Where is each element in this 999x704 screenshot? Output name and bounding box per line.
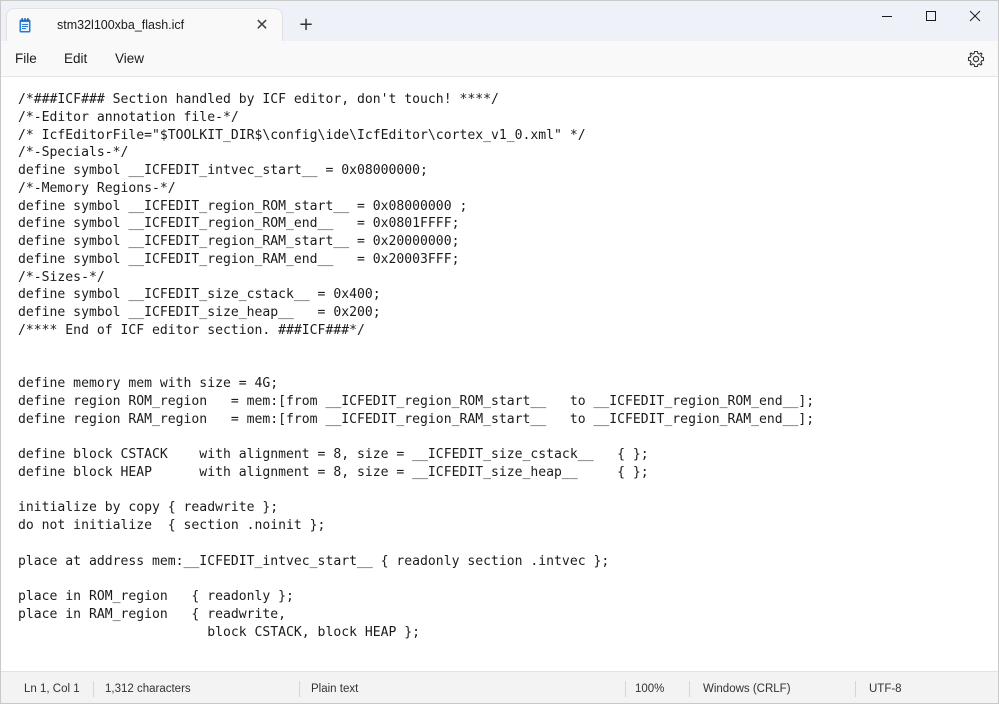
status-divider	[689, 681, 690, 697]
minimize-button[interactable]	[864, 1, 910, 33]
status-divider	[625, 681, 626, 697]
gear-icon[interactable]	[967, 50, 985, 68]
menu-view[interactable]: View	[115, 51, 144, 66]
status-encoding[interactable]: UTF-8	[869, 683, 902, 695]
status-characters: 1,312 characters	[105, 683, 191, 695]
menu-bar: File Edit View	[1, 41, 998, 77]
status-bar: Ln 1, Col 1 1,312 characters Plain text …	[1, 671, 998, 703]
close-window-button[interactable]	[952, 1, 998, 33]
menu-edit[interactable]: Edit	[64, 51, 87, 66]
status-position[interactable]: Ln 1, Col 1	[24, 683, 80, 695]
status-line-ending[interactable]: Windows (CRLF)	[703, 683, 791, 695]
minimize-icon	[882, 16, 892, 17]
status-divider	[93, 681, 94, 697]
notepad-window: stm32l100xba_flash.icf ✕ + File Edit Vie…	[0, 0, 999, 704]
text-editor[interactable]: /*###ICF### Section handled by ICF edito…	[1, 77, 998, 671]
tab-title: stm32l100xba_flash.icf	[57, 18, 185, 32]
status-divider	[855, 681, 856, 697]
menu-file[interactable]: File	[15, 51, 37, 66]
status-format: Plain text	[311, 683, 359, 695]
tab-file[interactable]: stm32l100xba_flash.icf ✕	[7, 9, 282, 42]
status-divider	[299, 681, 300, 697]
notepad-icon	[19, 18, 31, 33]
editor-text[interactable]: /*###ICF### Section handled by ICF edito…	[18, 91, 814, 641]
maximize-button[interactable]	[908, 1, 954, 33]
close-window-icon	[969, 10, 981, 22]
status-zoom[interactable]: 100%	[635, 683, 664, 695]
plus-icon[interactable]: +	[296, 16, 316, 36]
title-bar: stm32l100xba_flash.icf ✕ +	[1, 1, 998, 42]
maximize-icon	[926, 11, 936, 21]
close-icon[interactable]: ✕	[253, 17, 271, 35]
